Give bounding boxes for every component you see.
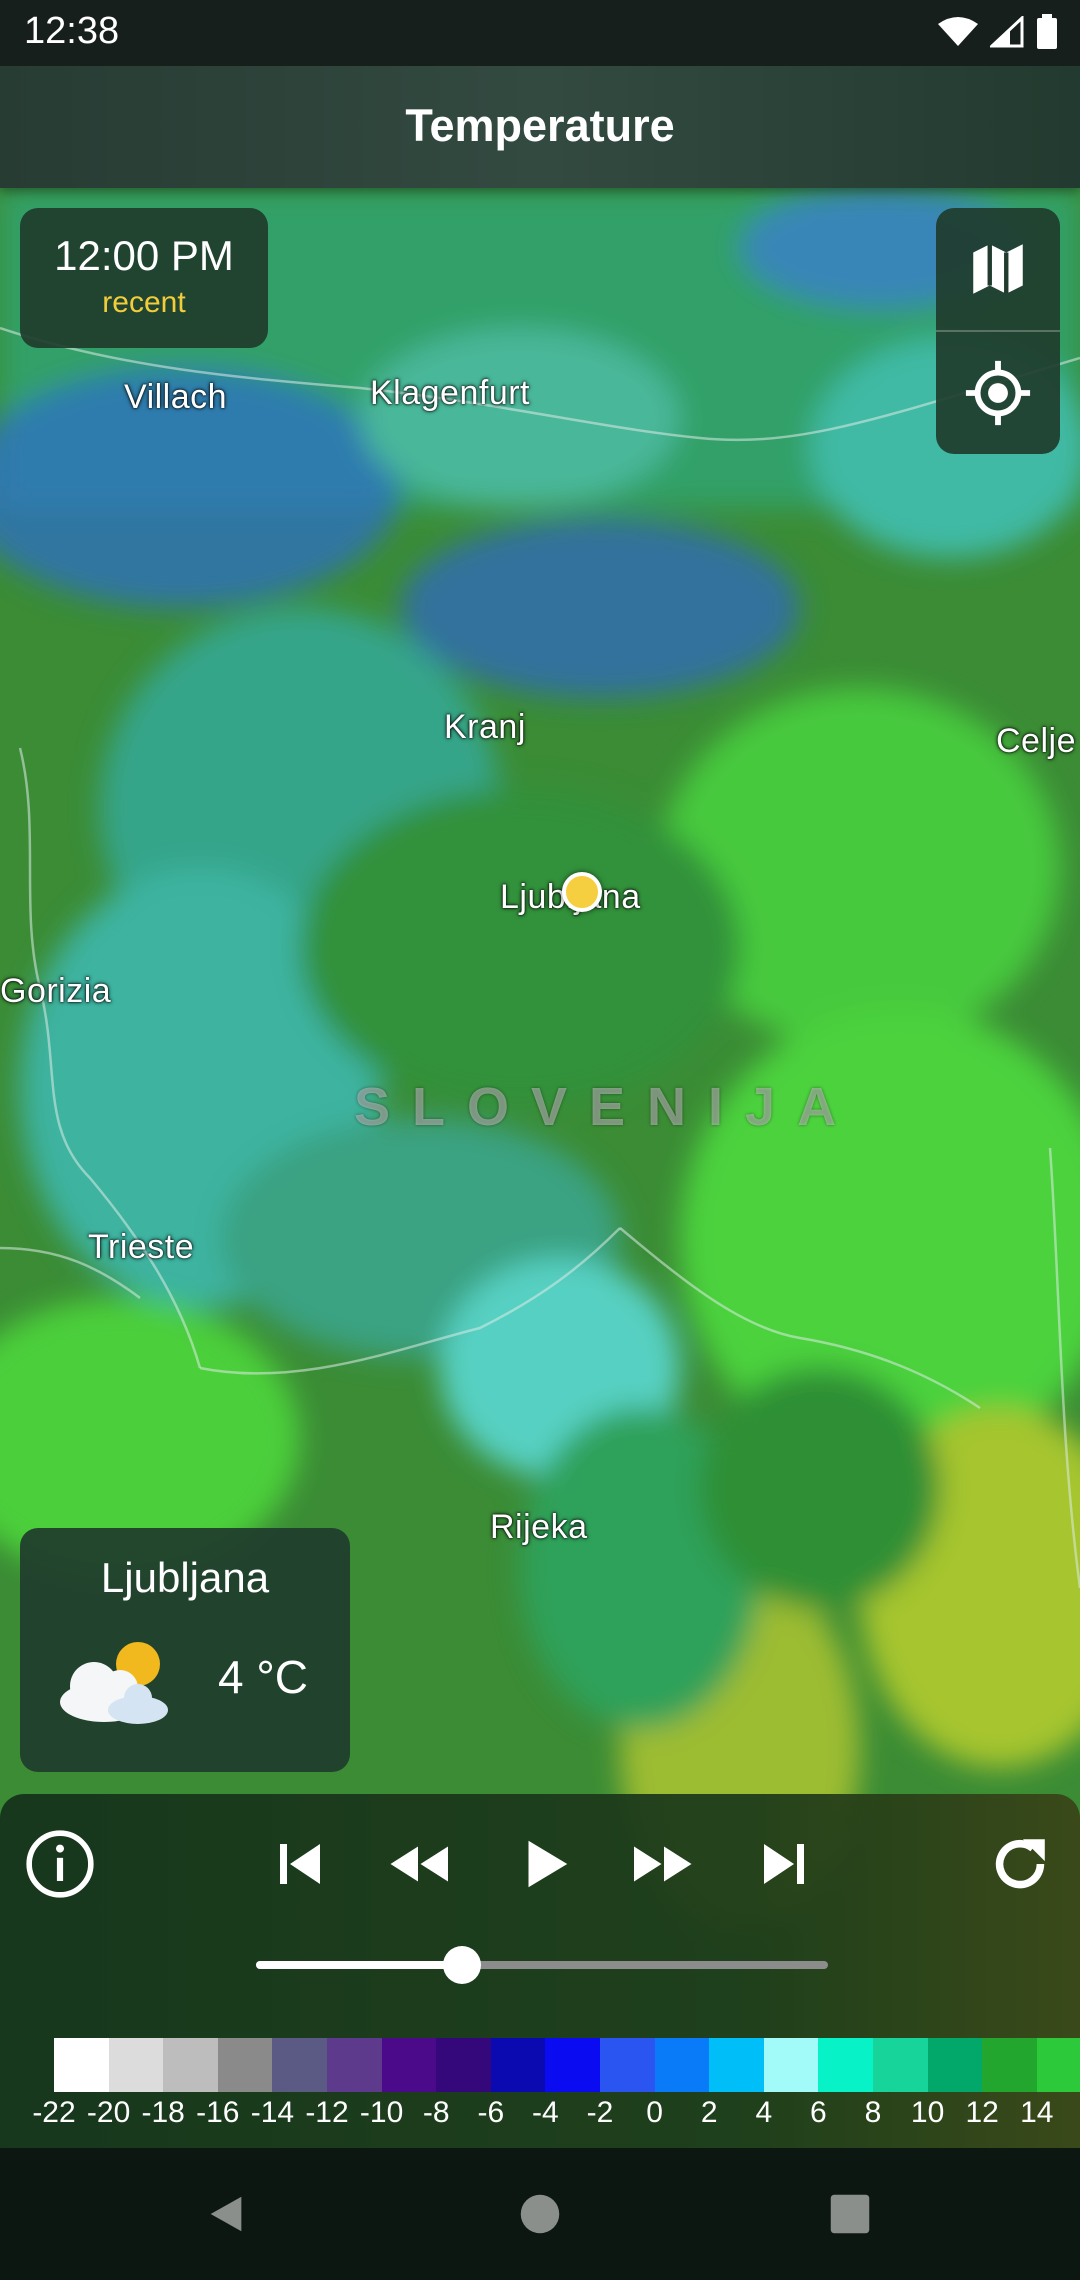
my-location-button[interactable]	[936, 332, 1060, 454]
play-button[interactable]	[504, 1824, 584, 1904]
skip-to-start-button[interactable]	[260, 1824, 340, 1904]
legend-label: 2	[700, 2096, 718, 2129]
legend-swatch	[326, 2038, 382, 2092]
legend-label: -12	[305, 2096, 349, 2129]
place-label-gorizia: Gorizia	[0, 972, 112, 1010]
battery-icon	[1037, 14, 1057, 49]
legend-swatch	[982, 2038, 1037, 2092]
timeline-slider-progress	[256, 1961, 462, 1969]
partly-cloudy-icon	[60, 1642, 168, 1724]
time-card: 12:00 PM recent	[20, 208, 268, 348]
refresh-button[interactable]	[980, 1824, 1060, 1904]
time-status: recent	[102, 286, 186, 319]
legend-swatch	[436, 2038, 491, 2092]
info-button[interactable]	[20, 1824, 100, 1904]
legend-label: 8	[864, 2096, 882, 2129]
place-label-rijeka: Rijeka	[490, 1508, 588, 1546]
legend-label: 0	[646, 2096, 663, 2129]
navigation-bar	[0, 2148, 1080, 2280]
legend-swatch	[163, 2038, 218, 2092]
timeline-slider-thumb[interactable]	[442, 1946, 481, 1984]
legend-label: -2	[586, 2096, 614, 2129]
legend-label: -10	[359, 2096, 404, 2129]
rewind-button[interactable]	[378, 1824, 458, 1904]
legend-swatch	[654, 2038, 710, 2092]
legend-swatch	[927, 2038, 983, 2092]
recents-square-icon	[830, 2194, 870, 2234]
legend-label: -20	[86, 2096, 131, 2129]
current-location-marker[interactable]	[562, 872, 602, 912]
status-time: 12:38	[24, 10, 120, 52]
forecast-time: 12:00 PM	[54, 232, 234, 279]
crosshair-icon	[965, 360, 1031, 426]
back-triangle-icon	[210, 2196, 242, 2232]
fast-forward-icon	[634, 1846, 692, 1882]
signal-icon	[990, 16, 1024, 48]
timeline-slider[interactable]	[256, 1946, 828, 1984]
place-label-kranj: Kranj	[444, 708, 526, 746]
legend-swatch	[818, 2038, 873, 2092]
legend-label: 6	[810, 2096, 827, 2129]
legend-swatch	[545, 2038, 600, 2092]
legend-label: 4	[755, 2096, 773, 2129]
country-label: SLOVENIJA	[354, 1077, 859, 1137]
legend-swatch	[1036, 2038, 1080, 2092]
info-icon	[26, 1830, 94, 1898]
skip-to-end-icon	[764, 1844, 804, 1884]
map-icon	[973, 244, 1023, 294]
legend-swatch	[54, 2038, 109, 2092]
place-label-celje: Celje	[996, 722, 1076, 760]
status-bar: 12:38	[0, 0, 1080, 66]
page-title: Temperature	[405, 100, 675, 151]
home-button[interactable]	[504, 2178, 576, 2250]
legend-label: -6	[477, 2096, 505, 2129]
skip-to-start-icon	[280, 1844, 320, 1884]
map-layers-button[interactable]	[936, 208, 1060, 330]
legend-label: 14	[1020, 2096, 1054, 2129]
map-side-controls	[936, 208, 1060, 454]
legend-label: -14	[250, 2096, 295, 2129]
legend-swatch	[490, 2038, 546, 2092]
legend-label: 12	[965, 2096, 999, 2129]
legend-swatch	[872, 2038, 928, 2092]
legend-label: -18	[141, 2096, 185, 2129]
rewind-icon	[390, 1846, 448, 1882]
app-bar: Temperature	[0, 66, 1080, 188]
temperature-legend	[54, 2038, 1080, 2092]
wifi-icon	[938, 17, 978, 46]
legend-swatch	[217, 2038, 273, 2092]
temperature-legend-labels: -22 -20 -18 -16 -14 -12 -10 -8 -6 -4 -2 0 2 4 6 8 10 12 14	[28, 2096, 1080, 2136]
back-button[interactable]	[190, 2178, 262, 2250]
weather-city: Ljubljana	[100, 1554, 270, 1601]
skip-to-end-button[interactable]	[744, 1824, 824, 1904]
legend-label: 10	[910, 2096, 945, 2129]
legend-label: -16	[196, 2096, 240, 2129]
weather-card[interactable]: Ljubljana 4 °C	[20, 1528, 350, 1772]
legend-swatch	[763, 2038, 819, 2092]
legend-label: -4	[532, 2096, 559, 2129]
weather-temperature: 4 °C	[218, 1651, 308, 1703]
place-label-trieste: Trieste	[88, 1228, 195, 1266]
playback-controls: -22 -20 -18 -16 -14 -12 -10 -8 -6 -4 -2 0 2 4 6 8 10 12 14	[0, 1794, 1080, 2148]
refresh-icon	[995, 1839, 1045, 1889]
legend-swatch	[108, 2038, 164, 2092]
status-icons	[938, 14, 1058, 50]
legend-label: -22	[32, 2096, 76, 2129]
place-label-villach: Villach	[124, 378, 228, 416]
legend-swatch	[272, 2038, 327, 2092]
legend-swatch	[709, 2038, 764, 2092]
legend-label: -8	[422, 2096, 450, 2129]
legend-swatch	[599, 2038, 655, 2092]
recents-button[interactable]	[814, 2178, 886, 2250]
place-label-klagenfurt: Klagenfurt	[370, 374, 530, 412]
legend-swatch	[381, 2038, 437, 2092]
play-icon	[528, 1840, 568, 1888]
fast-forward-button[interactable]	[624, 1824, 704, 1904]
home-circle-icon	[520, 2194, 560, 2234]
